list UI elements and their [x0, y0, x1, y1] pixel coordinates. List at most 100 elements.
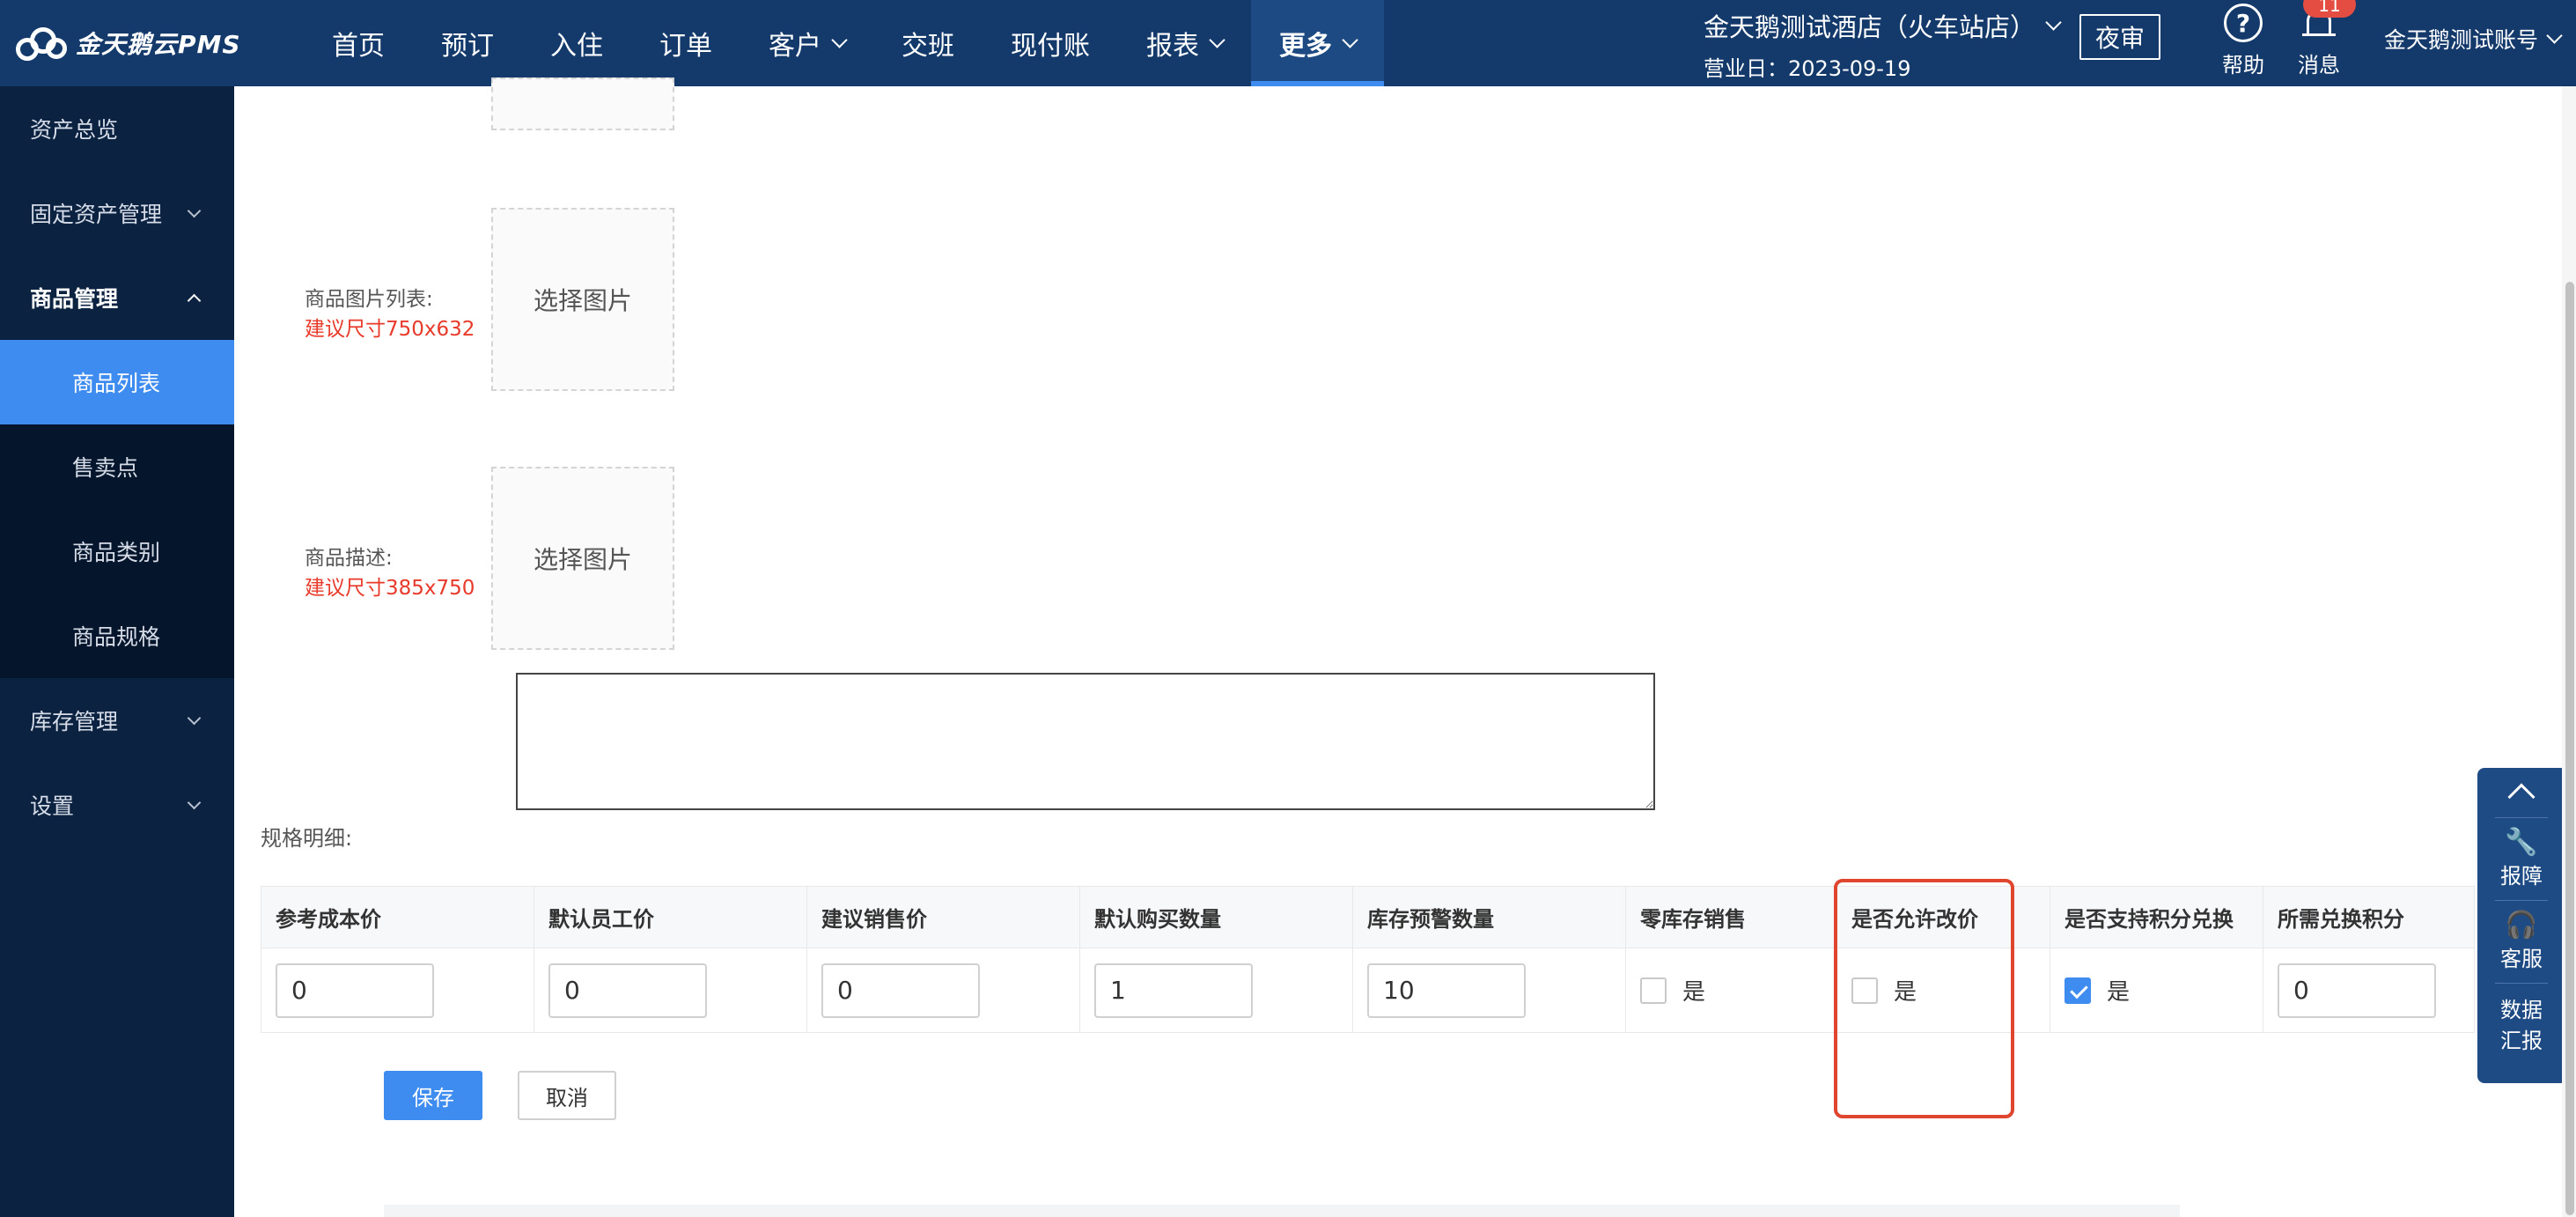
help-button[interactable]: ? 帮助 — [2222, 4, 2264, 78]
chevron-down-icon — [187, 711, 202, 726]
zero-stock-sale-label: 是 — [1682, 979, 1706, 1006]
description-textarea[interactable] — [516, 673, 1655, 810]
customer-service-label: 客服 — [2500, 947, 2543, 971]
checkbox-unchecked-icon — [1851, 977, 1878, 1004]
nav-more[interactable]: 更多 — [1251, 0, 1384, 86]
spec-details-label: 规格明细: — [261, 826, 353, 851]
checkbox-checked-icon — [2064, 977, 2091, 1004]
account-name: 金天鹅测试账号 — [2384, 27, 2539, 53]
product-submenu: 商品列表 售卖点 商品类别 商品规格 — [0, 340, 234, 678]
sidebar-item-product-specs[interactable]: 商品规格 — [0, 594, 234, 678]
sidebar-item-sale-points[interactable]: 售卖点 — [0, 424, 234, 509]
col-suggested-price: 建议销售价 — [806, 886, 1080, 948]
table-header-row: 参考成本价 默认员工价 建议销售价 默认购买数量 库存预警数量 零库存销售 是否… — [261, 886, 2475, 948]
scrollbar-thumb[interactable] — [2565, 282, 2574, 1215]
nav-orders[interactable]: 订单 — [631, 0, 740, 86]
headset-icon: 🎧 — [2505, 910, 2538, 940]
chevron-down-icon — [2546, 26, 2563, 44]
image-list-upload[interactable]: 选择图片 — [491, 208, 674, 391]
night-audit-button[interactable]: 夜审 — [2079, 14, 2160, 60]
top-navbar: 金天鹅云PMS 首页 预订 入住 订单 客户 交班 现付账 报表 更多 金天鹅测… — [0, 0, 2576, 86]
suggested-price-input[interactable] — [821, 963, 980, 1018]
wrench-icon: 🔧 — [2505, 827, 2538, 858]
nav-customers[interactable]: 客户 — [740, 0, 873, 86]
col-default-qty: 默认购买数量 — [1079, 886, 1353, 948]
chevron-down-icon — [1342, 31, 1358, 48]
description-upload[interactable]: 选择图片 — [491, 467, 674, 650]
chevron-up-icon — [187, 293, 202, 308]
business-date: 营业日：2023-09-19 — [1704, 56, 1911, 81]
nav-reservation[interactable]: 预订 — [413, 0, 522, 86]
sidebar-item-product-categories[interactable]: 商品类别 — [0, 509, 234, 594]
account-menu[interactable]: 金天鹅测试账号 — [2384, 23, 2563, 55]
sidebar: 资产总览 固定资产管理 商品管理 商品列表 售卖点 商品类别 商品规格 库存管理… — [0, 86, 234, 1217]
image-list-label: 商品图片列表: — [305, 288, 433, 311]
data-report-label-2: 汇报 — [2500, 1029, 2543, 1053]
allow-price-change-label: 是 — [1894, 979, 1917, 1006]
chevron-down-icon — [1209, 31, 1225, 48]
nav-cash-account[interactable]: 现付账 — [983, 0, 1118, 86]
zero-stock-sale-checkbox[interactable]: 是 — [1640, 974, 1836, 1007]
main-nav: 首页 预订 入住 订单 客户 交班 现付账 报表 更多 — [304, 0, 1384, 86]
cloud-logo-icon — [16, 26, 67, 61]
logo[interactable]: 金天鹅云PMS — [16, 19, 241, 67]
hotel-name: 金天鹅测试酒店（火车站店） — [1704, 12, 2036, 42]
cancel-button[interactable]: 取消 — [518, 1071, 616, 1120]
description-label: 商品描述: — [305, 547, 393, 570]
table-row: 是 是 是 — [261, 948, 2475, 1033]
bottom-divider — [384, 1205, 2180, 1217]
page-scrollbar[interactable] — [2562, 86, 2576, 1217]
spec-table: 参考成本价 默认员工价 建议销售价 默认购买数量 库存预警数量 零库存销售 是否… — [261, 886, 2475, 1033]
stock-alert-qty-input[interactable] — [1367, 963, 1526, 1018]
sidebar-item-asset-overview[interactable]: 资产总览 — [0, 86, 234, 171]
chevron-down-icon — [187, 795, 202, 810]
logo-text: 金天鹅云PMS — [76, 30, 241, 59]
back-to-top-icon[interactable] — [2507, 783, 2536, 811]
chevron-down-icon — [831, 31, 848, 48]
divider — [2495, 983, 2548, 984]
nav-checkin[interactable]: 入住 — [522, 0, 631, 86]
points-exchange-checkbox[interactable]: 是 — [2064, 974, 2263, 1007]
sidebar-item-inventory[interactable]: 库存管理 — [0, 678, 234, 763]
allow-price-change-checkbox[interactable]: 是 — [1851, 974, 2050, 1007]
image-list-upload-label: 选择图片 — [533, 286, 632, 315]
floating-tools-panel: 🔧 报障 🎧 客服 数据 汇报 — [2477, 768, 2565, 1083]
nav-shift-handover[interactable]: 交班 — [873, 0, 983, 86]
cost-price-input[interactable] — [276, 963, 434, 1018]
col-stock-alert-qty: 库存预警数量 — [1352, 886, 1626, 948]
main-content: 商品图片列表: 建议尺寸750x632 选择图片 商品描述: 建议尺寸385x7… — [234, 77, 2576, 1217]
col-staff-price: 默认员工价 — [534, 886, 807, 948]
save-button[interactable]: 保存 — [384, 1071, 482, 1120]
report-issue-label: 报障 — [2500, 864, 2543, 889]
sidebar-item-product-management[interactable]: 商品管理 — [0, 255, 234, 340]
points-required-input[interactable] — [2278, 963, 2436, 1018]
col-cost-price: 参考成本价 — [261, 886, 534, 948]
sidebar-item-settings[interactable]: 设置 — [0, 763, 234, 847]
report-issue-button[interactable]: 🔧 报障 — [2500, 827, 2543, 889]
hotel-selector[interactable]: 金天鹅测试酒店（火车站店） 营业日：2023-09-19 — [1704, 7, 2062, 82]
points-exchange-label: 是 — [2107, 979, 2131, 1006]
image-upload-partial[interactable] — [491, 77, 674, 130]
col-allow-price-change: 是否允许改价 — [1836, 886, 2050, 948]
staff-price-input[interactable] — [548, 963, 707, 1018]
chevron-down-icon — [2045, 13, 2062, 31]
data-report-button[interactable]: 数据 汇报 — [2500, 992, 2543, 1054]
divider — [2495, 817, 2548, 818]
customer-service-button[interactable]: 🎧 客服 — [2500, 910, 2543, 972]
default-qty-input[interactable] — [1094, 963, 1253, 1018]
image-list-hint: 建议尺寸750x632 — [305, 318, 475, 341]
checkbox-unchecked-icon — [1640, 977, 1667, 1004]
divider — [2495, 900, 2548, 901]
messages-label: 消息 — [2298, 53, 2340, 77]
description-hint: 建议尺寸385x750 — [305, 577, 475, 600]
data-report-label-1: 数据 — [2500, 998, 2543, 1022]
sidebar-item-product-list[interactable]: 商品列表 — [0, 340, 234, 424]
col-points-exchange: 是否支持积分兑换 — [2050, 886, 2263, 948]
nav-reports[interactable]: 报表 — [1118, 0, 1251, 86]
description-upload-label: 选择图片 — [533, 545, 632, 574]
sidebar-item-fixed-assets[interactable]: 固定资产管理 — [0, 171, 234, 255]
help-icon: ? — [2224, 4, 2263, 42]
col-zero-stock-sale: 零库存销售 — [1625, 886, 1837, 948]
nav-home[interactable]: 首页 — [304, 0, 413, 86]
messages-badge: 11 — [2303, 0, 2356, 18]
